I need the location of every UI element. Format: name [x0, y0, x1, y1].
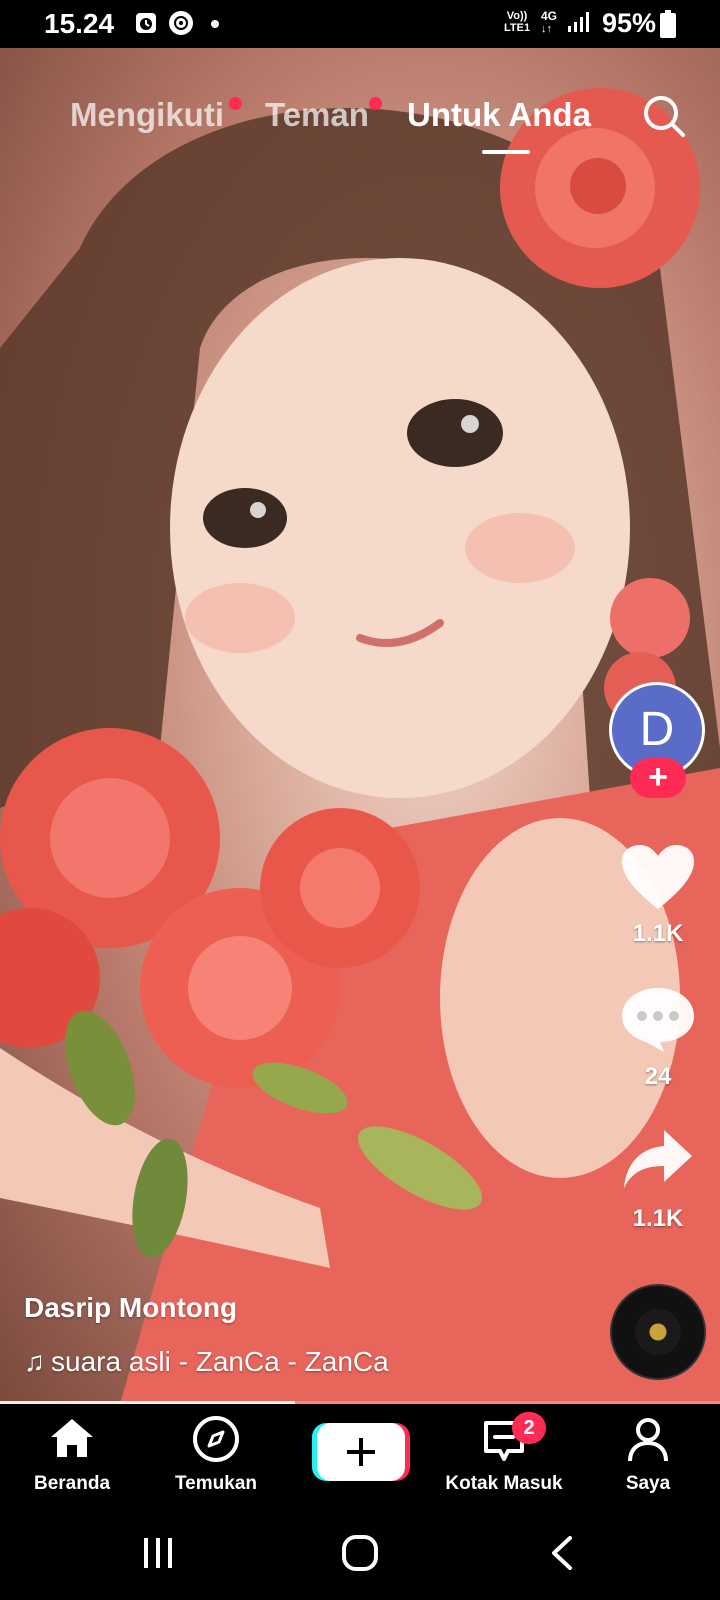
- battery-icon: [660, 10, 676, 38]
- nav-home-label: Beranda: [33, 1473, 111, 1494]
- alarm-icon: [136, 13, 156, 33]
- comment-count: 24: [644, 1063, 672, 1090]
- search-icon[interactable]: [642, 94, 686, 138]
- like-count: 1.1K: [632, 920, 684, 947]
- nav-create[interactable]: [288, 1405, 432, 1510]
- tab-following-dot: [229, 97, 242, 110]
- home-icon: [51, 1419, 93, 1457]
- signal-icon: [568, 12, 589, 32]
- author-name[interactable]: Dasrip Montong: [24, 1292, 237, 1324]
- video-player[interactable]: Mengikuti Teman Untuk Anda D + 1.1K 24 1…: [0, 48, 720, 1404]
- tab-for-you[interactable]: Untuk Anda: [407, 96, 591, 134]
- inbox-badge: 2: [512, 1412, 546, 1444]
- nav-home[interactable]: Beranda: [0, 1405, 144, 1510]
- nav-inbox-label: Kotak Masuk: [445, 1473, 563, 1494]
- system-nav-bar: [0, 1510, 720, 1600]
- network-type: 4G ↓↑: [541, 9, 558, 36]
- create-plus-icon: [347, 1438, 375, 1466]
- music-disc-cover-icon: [636, 1310, 680, 1354]
- comment-icon[interactable]: [620, 986, 696, 1054]
- tab-friends[interactable]: Teman: [265, 96, 369, 134]
- tab-friends-dot: [369, 97, 382, 110]
- recent-apps-icon[interactable]: [141, 1536, 175, 1570]
- follow-button[interactable]: +: [630, 758, 686, 798]
- nav-discover-label: Temukan: [174, 1473, 257, 1494]
- music-info[interactable]: ♫ suara asli - ZanCa - ZanCa: [24, 1346, 389, 1378]
- video-progress-fill: [0, 1401, 296, 1404]
- nav-profile-label: Saya: [625, 1473, 671, 1494]
- heart-icon[interactable]: [620, 843, 696, 911]
- nav-profile[interactable]: Saya: [576, 1405, 720, 1510]
- music-title: suara asli - ZanCa - ZanCa: [51, 1346, 389, 1377]
- video-progress-bar[interactable]: [0, 1401, 720, 1404]
- compass-icon: [193, 1416, 239, 1462]
- tab-following[interactable]: Mengikuti: [70, 96, 224, 134]
- notification-dot-icon: [211, 20, 219, 28]
- profile-icon: [628, 1418, 668, 1462]
- tab-active-indicator: [482, 150, 530, 154]
- status-time: 15.24: [44, 8, 115, 39]
- nav-discover[interactable]: Temukan: [144, 1405, 288, 1510]
- share-count: 1.1K: [632, 1205, 684, 1232]
- home-button-icon[interactable]: [341, 1534, 379, 1572]
- back-icon[interactable]: [550, 1536, 574, 1570]
- cd-icon: [169, 11, 193, 35]
- music-note-icon: ♫: [24, 1346, 45, 1377]
- bottom-nav: Beranda Temukan Kotak Masuk Saya: [0, 1405, 720, 1510]
- nav-inbox[interactable]: Kotak Masuk: [432, 1405, 576, 1510]
- battery-percent: 95%: [602, 8, 657, 38]
- share-icon[interactable]: [622, 1128, 694, 1192]
- network-label: Vo)) LTE1: [504, 10, 531, 34]
- status-bar: 15.24 Vo)) LTE1 4G ↓↑ 95%: [0, 0, 720, 48]
